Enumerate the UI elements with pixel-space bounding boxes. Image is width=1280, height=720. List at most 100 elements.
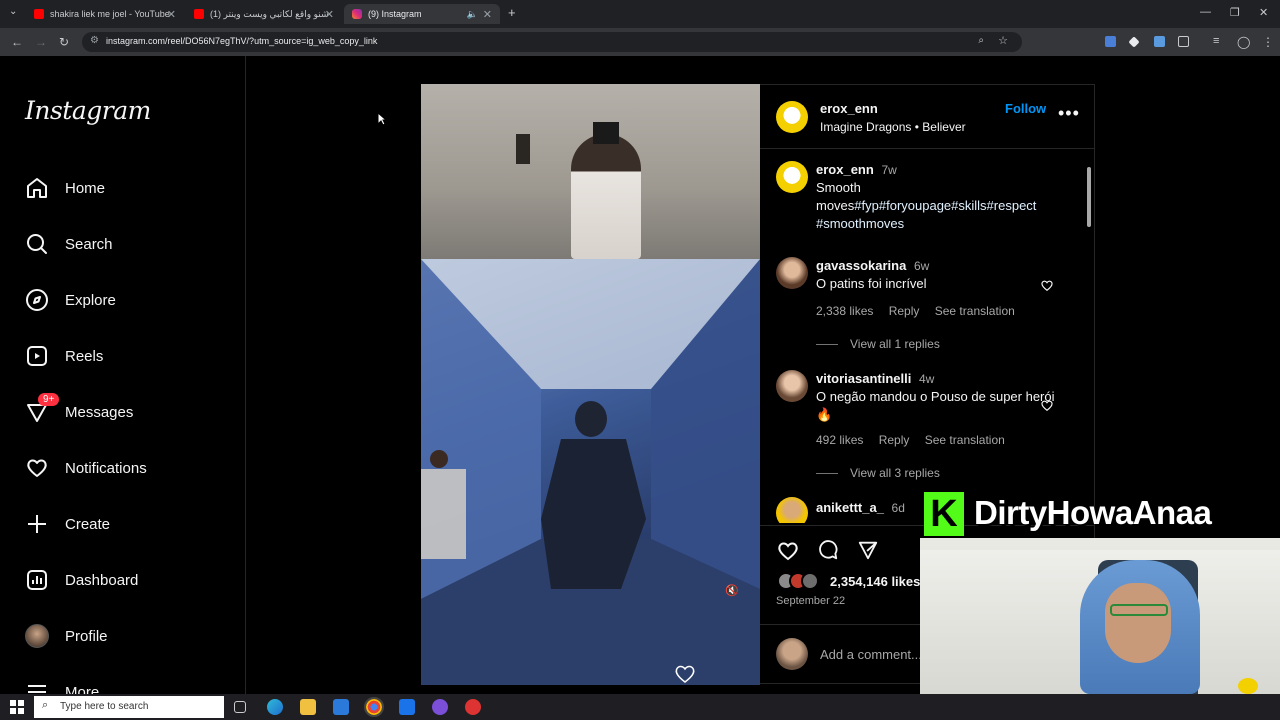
task-view-icon[interactable] bbox=[234, 701, 246, 713]
zoom-icon[interactable]: ⌕ bbox=[978, 35, 984, 46]
comment-likes[interactable]: 2,338 likes bbox=[816, 304, 873, 318]
close-tab-icon[interactable]: ✕ bbox=[325, 8, 334, 21]
profile-icon[interactable]: ◯ bbox=[1237, 35, 1250, 49]
taskbar-search-placeholder: Type here to search bbox=[60, 701, 149, 712]
sidebar-item-label: Profile bbox=[65, 627, 108, 645]
home-icon bbox=[24, 175, 50, 201]
add-comment-input[interactable]: Add a comment... bbox=[820, 647, 920, 662]
author-avatar[interactable] bbox=[776, 101, 808, 133]
back-icon[interactable]: ← bbox=[11, 35, 23, 49]
file-explorer-icon[interactable] bbox=[300, 699, 316, 715]
divider bbox=[760, 624, 920, 625]
follow-button[interactable]: Follow bbox=[1005, 101, 1046, 116]
maximize-button[interactable]: ❐ bbox=[1230, 6, 1240, 19]
mute-icon[interactable]: 🔇 bbox=[725, 584, 739, 597]
sidebar-item-notifications[interactable]: Notifications bbox=[24, 452, 224, 484]
reel-video[interactable]: 🔇 bbox=[421, 84, 760, 685]
author-username[interactable]: erox_enn bbox=[820, 101, 878, 116]
commenter-avatar[interactable] bbox=[776, 370, 808, 402]
tab-instagram[interactable]: (9) Instagram 🔈 ✕ bbox=[344, 4, 500, 24]
app-icon[interactable] bbox=[432, 699, 448, 715]
sidebar-item-create[interactable]: Create bbox=[24, 508, 224, 540]
comment-text: vitoriasantinelli 4w O negão mandou o Po… bbox=[816, 370, 1066, 424]
close-window-button[interactable]: ✕ bbox=[1259, 6, 1268, 19]
media-control-icon[interactable]: ≡ bbox=[1213, 35, 1219, 47]
commenter-avatar[interactable] bbox=[776, 497, 808, 523]
sidebar-item-label: Search bbox=[65, 235, 113, 253]
view-replies[interactable]: View all 3 replies bbox=[816, 466, 940, 480]
tab-youtube-2[interactable]: (1) شنو واقع لكاتبي ويست وينتر ✕ bbox=[186, 4, 342, 24]
caption-hashtags[interactable]: #fyp#foryoupage#skills#respect bbox=[854, 198, 1036, 213]
caption-hashtags[interactable]: #smoothmoves bbox=[816, 216, 904, 231]
outlook-icon[interactable] bbox=[399, 699, 415, 715]
comment-username[interactable]: gavassokarina bbox=[816, 258, 906, 273]
see-translation-button[interactable]: See translation bbox=[935, 304, 1015, 318]
bookmark-star-icon[interactable]: ☆ bbox=[998, 34, 1008, 47]
instagram-icon bbox=[352, 9, 362, 19]
comment-age: 6d bbox=[891, 501, 905, 515]
comment-bubble-icon[interactable] bbox=[816, 539, 840, 561]
new-tab-button[interactable]: + bbox=[508, 5, 516, 20]
webcam-wall bbox=[920, 538, 1280, 550]
search-icon: ⌕ bbox=[42, 699, 49, 711]
commenter-avatar[interactable] bbox=[776, 257, 808, 289]
song-info[interactable]: Imagine Dragons • Believer bbox=[820, 120, 966, 134]
video-top-frame bbox=[421, 84, 760, 259]
view-replies[interactable]: View all 1 replies bbox=[816, 337, 940, 351]
caption-avatar[interactable] bbox=[776, 161, 808, 193]
close-tab-icon[interactable]: ✕ bbox=[167, 8, 176, 21]
share-icon[interactable] bbox=[856, 539, 880, 561]
close-tab-icon[interactable]: ✕ bbox=[483, 8, 492, 21]
extensions-puzzle-icon[interactable] bbox=[1178, 36, 1189, 47]
video-poster bbox=[516, 134, 530, 164]
minimize-button[interactable]: — bbox=[1200, 6, 1211, 18]
translate-extension-icon[interactable] bbox=[1105, 36, 1116, 47]
extension-icon[interactable] bbox=[1128, 36, 1140, 48]
kebab-menu-icon[interactable]: ⋮ bbox=[1262, 35, 1274, 49]
forward-icon[interactable]: → bbox=[35, 35, 47, 49]
kick-logo: K bbox=[924, 492, 964, 536]
comment-username[interactable]: vitoriasantinelli bbox=[816, 371, 911, 386]
edge-icon[interactable] bbox=[267, 699, 283, 715]
like-heart-overlay-icon[interactable] bbox=[673, 662, 697, 684]
caption-username[interactable]: erox_enn bbox=[816, 162, 874, 177]
like-count[interactable]: 2,354,146 likes bbox=[830, 574, 920, 589]
reply-button[interactable]: Reply bbox=[889, 304, 920, 318]
reply-button[interactable]: Reply bbox=[879, 433, 910, 447]
sidebar-item-more[interactable]: More bbox=[24, 676, 224, 694]
store-icon[interactable] bbox=[333, 699, 349, 715]
comment-like-icon[interactable] bbox=[1040, 278, 1054, 292]
sidebar-item-profile[interactable]: Profile bbox=[24, 620, 224, 652]
video-tunnel-graphic bbox=[421, 259, 760, 685]
instagram-logo[interactable]: Instagram bbox=[25, 96, 151, 125]
see-translation-button[interactable]: See translation bbox=[925, 433, 1005, 447]
sidebar-item-messages[interactable]: 9+ Messages bbox=[24, 393, 224, 428]
like-heart-icon[interactable] bbox=[776, 539, 800, 561]
speaker-icon[interactable]: 🔈 bbox=[467, 9, 478, 20]
comment-text: gavassokarina 6w O patins foi incrível bbox=[816, 257, 1066, 293]
sidebar-item-search[interactable]: Search bbox=[24, 228, 224, 260]
sidebar-item-home[interactable]: Home bbox=[24, 172, 224, 204]
video-frame-decor bbox=[593, 122, 619, 144]
site-info-icon[interactable]: ⚙ bbox=[90, 35, 99, 46]
taskbar-search[interactable]: ⌕ Type here to search bbox=[34, 696, 224, 718]
scrollbar-thumb[interactable] bbox=[1087, 167, 1091, 227]
sidebar-item-dashboard[interactable]: Dashboard bbox=[24, 564, 224, 596]
liker-avatars[interactable] bbox=[777, 572, 829, 590]
comment-like-icon[interactable] bbox=[1040, 398, 1054, 412]
obs-icon[interactable] bbox=[465, 699, 481, 715]
tab-search-icon[interactable]: ⌄ bbox=[9, 6, 17, 17]
windows-start-icon[interactable] bbox=[10, 700, 24, 714]
instagram-sidebar: Instagram Home Search Explore Reels 9+ M… bbox=[0, 56, 246, 694]
dashboard-icon bbox=[24, 567, 50, 593]
comment-username[interactable]: anikettt_a_ bbox=[816, 500, 884, 515]
more-options-icon[interactable]: ••• bbox=[1058, 103, 1080, 124]
tab-youtube-1[interactable]: shakira liek me joel - YouTube ✕ bbox=[26, 4, 184, 24]
omnibox[interactable]: ⚙ instagram.com/reel/DO56N7egThV/?utm_so… bbox=[82, 32, 1022, 52]
sidebar-item-explore[interactable]: Explore bbox=[24, 284, 224, 316]
chrome-icon[interactable] bbox=[364, 697, 384, 717]
extension-icon[interactable] bbox=[1154, 36, 1165, 47]
sidebar-item-reels[interactable]: Reels bbox=[24, 340, 224, 372]
comment-likes[interactable]: 492 likes bbox=[816, 433, 863, 447]
reload-icon[interactable]: ↻ bbox=[59, 35, 69, 49]
